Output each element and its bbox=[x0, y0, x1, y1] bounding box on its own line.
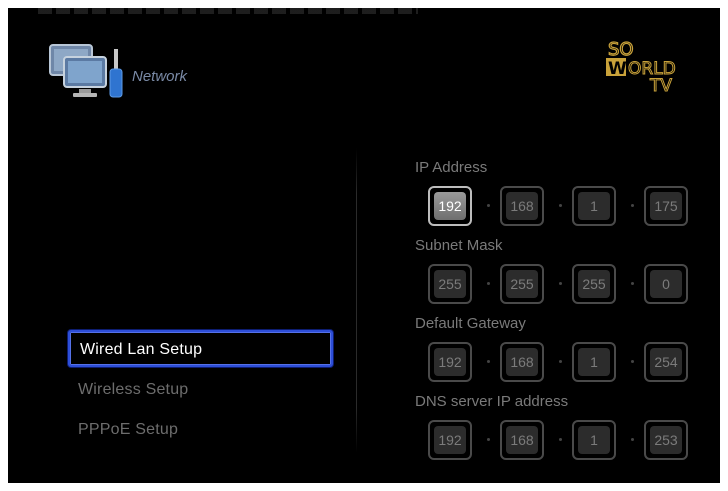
default-gateway-octet-2[interactable]: 168 bbox=[500, 342, 544, 382]
svg-text:W: W bbox=[608, 59, 627, 79]
subnet-mask-octet-4[interactable]: 0 bbox=[644, 264, 688, 304]
octet-separator bbox=[559, 438, 562, 441]
menu-item-label: Wired Lan Setup bbox=[80, 341, 203, 358]
setup-menu: Wired Lan Setup Wireless Setup PPPoE Set… bbox=[68, 330, 333, 450]
network-computer-icon bbox=[48, 43, 133, 103]
dns-server-octet-4[interactable]: 253 bbox=[644, 420, 688, 460]
menu-item-wired-lan-setup[interactable]: Wired Lan Setup bbox=[68, 330, 333, 367]
octet-separator bbox=[559, 282, 562, 285]
top-bar-ghost bbox=[38, 8, 418, 14]
subnet-mask-field: 255 255 255 0 bbox=[415, 262, 705, 314]
svg-text:SO: SO bbox=[608, 39, 634, 60]
ip-address-octet-4[interactable]: 175 bbox=[644, 186, 688, 226]
tv-screen: Network SO W ORLD TV Wired Lan Setup Wir… bbox=[8, 8, 720, 483]
ip-address-octet-1[interactable]: 192 bbox=[428, 186, 472, 226]
octet-separator bbox=[631, 204, 634, 207]
octet-separator bbox=[487, 360, 490, 363]
dns-server-octet-1[interactable]: 192 bbox=[428, 420, 472, 460]
dns-server-octet-3[interactable]: 1 bbox=[572, 420, 616, 460]
menu-item-wireless-setup[interactable]: Wireless Setup bbox=[68, 370, 333, 410]
dns-server-label: DNS server IP address bbox=[415, 393, 569, 410]
subnet-mask-octet-2[interactable]: 255 bbox=[500, 264, 544, 304]
ip-address-octet-2[interactable]: 168 bbox=[500, 186, 544, 226]
ip-address-field: 192 168 1 175 bbox=[415, 184, 705, 236]
svg-text:TV: TV bbox=[649, 76, 672, 96]
brand-logo: SO W ORLD TV bbox=[578, 36, 698, 97]
octet-separator bbox=[631, 438, 634, 441]
subnet-mask-octet-1[interactable]: 255 bbox=[428, 264, 472, 304]
octet-separator bbox=[487, 438, 490, 441]
octet-separator bbox=[559, 204, 562, 207]
default-gateway-label: Default Gateway bbox=[415, 315, 526, 332]
menu-item-label: Wireless Setup bbox=[78, 381, 189, 398]
octet-separator bbox=[559, 360, 562, 363]
default-gateway-octet-4[interactable]: 254 bbox=[644, 342, 688, 382]
octet-separator bbox=[487, 204, 490, 207]
ip-address-label: IP Address bbox=[415, 159, 488, 176]
menu-item-label: PPPoE Setup bbox=[78, 421, 179, 438]
octet-separator bbox=[487, 282, 490, 285]
default-gateway-octet-1[interactable]: 192 bbox=[428, 342, 472, 382]
dns-server-field: 192 168 1 253 bbox=[415, 418, 705, 470]
subnet-mask-octet-3[interactable]: 255 bbox=[572, 264, 616, 304]
default-gateway-field: 192 168 1 254 bbox=[415, 340, 705, 392]
page-title: Network bbox=[132, 68, 188, 85]
default-gateway-octet-3[interactable]: 1 bbox=[572, 342, 616, 382]
menu-item-pppoe-setup[interactable]: PPPoE Setup bbox=[68, 410, 333, 450]
network-settings-panel: IP Address 192 168 1 175 Subnet Mask 255… bbox=[415, 158, 705, 470]
dns-server-octet-2[interactable]: 168 bbox=[500, 420, 544, 460]
ip-address-octet-3[interactable]: 1 bbox=[572, 186, 616, 226]
octet-separator bbox=[631, 360, 634, 363]
panel-divider bbox=[356, 148, 357, 453]
octet-separator bbox=[631, 282, 634, 285]
subnet-mask-label: Subnet Mask bbox=[415, 237, 503, 254]
